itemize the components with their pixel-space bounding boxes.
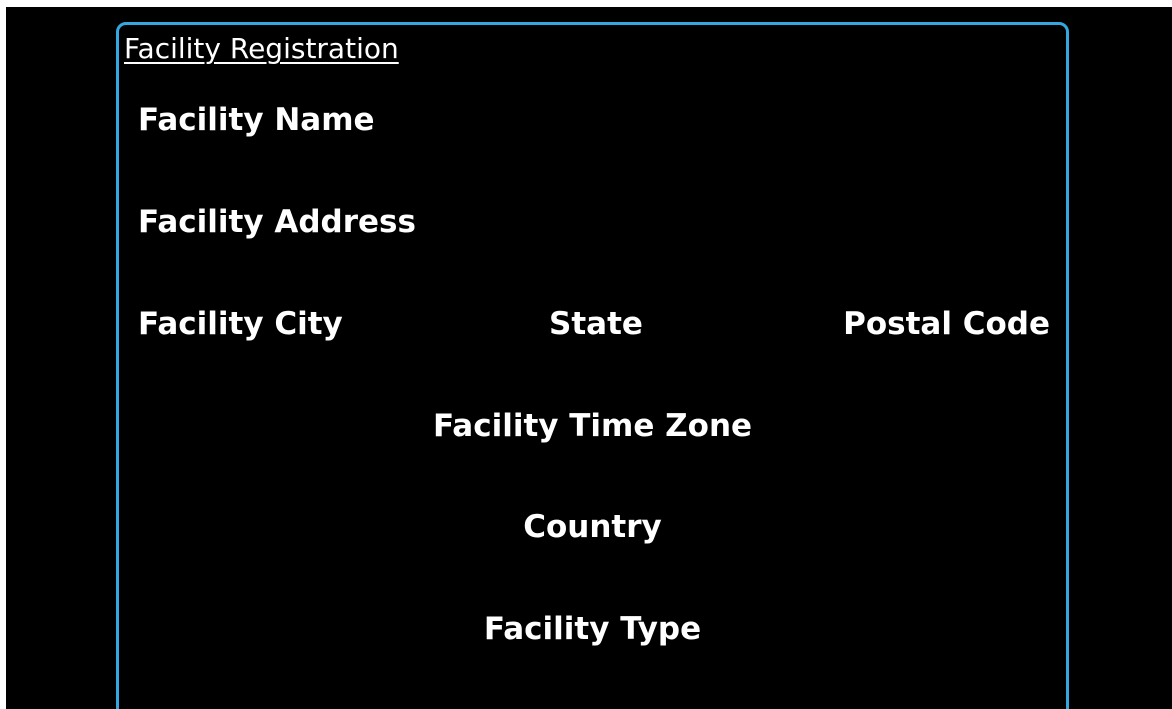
postal-code-field[interactable]: Postal Code [843,309,1050,340]
facility-type-field[interactable]: Facility Type [116,614,1069,645]
facility-name-field[interactable]: Facility Name [138,105,375,136]
screen: Facility Registration Facility Name Faci… [6,7,1172,709]
facility-time-zone-field[interactable]: Facility Time Zone [116,411,1069,442]
facility-city-field[interactable]: Facility City [138,309,343,340]
facility-address-field[interactable]: Facility Address [138,207,416,238]
state-field[interactable]: State [549,309,643,340]
form-title: Facility Registration [124,32,399,65]
country-field[interactable]: Country [116,512,1069,543]
